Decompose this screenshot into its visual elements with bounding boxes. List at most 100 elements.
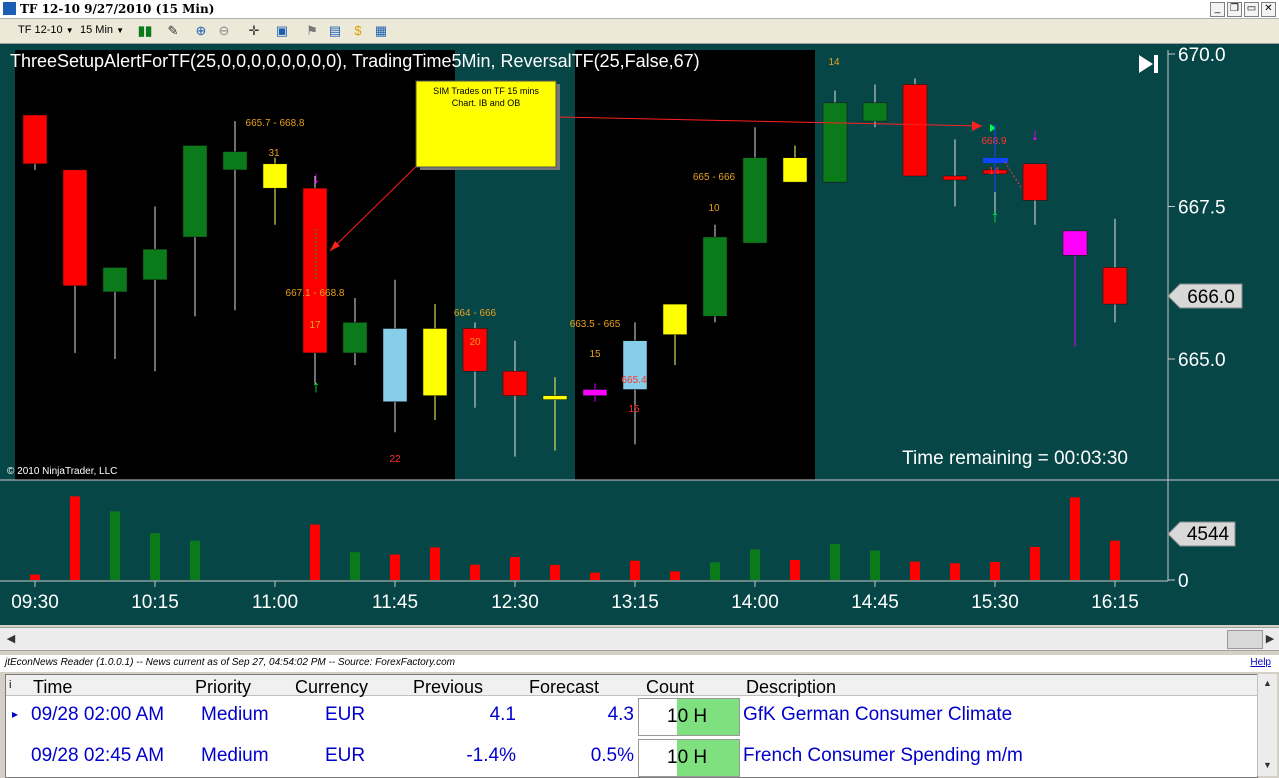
restore-button[interactable]: ❐	[1227, 2, 1242, 17]
candle-body	[462, 328, 488, 372]
candle-body	[222, 151, 248, 171]
volume-bar	[630, 560, 640, 580]
col-count[interactable]: Count	[646, 677, 694, 698]
candle-annotation-label: 663.5 - 665	[570, 319, 621, 330]
volume-bar	[830, 544, 840, 580]
maximize-button[interactable]: ▭	[1244, 2, 1259, 17]
col-forecast[interactable]: Forecast	[529, 677, 599, 698]
header-marker: i	[9, 679, 12, 691]
properties-icon[interactable]: ▣	[273, 22, 291, 40]
scroll-up-icon[interactable]: ▲	[1260, 676, 1275, 691]
interval-select[interactable]: 15 Min ▼	[76, 22, 132, 39]
volume-bar	[470, 564, 480, 580]
candle-body	[382, 328, 408, 402]
row-priority: Medium	[201, 745, 269, 766]
instrument-select[interactable]: TF 12-10 ▼	[14, 22, 76, 39]
candle-body	[542, 395, 568, 400]
vertical-scrollbar[interactable]: ▲ ▼	[1257, 674, 1277, 776]
table-row[interactable]: 09/28 02:45 AM Medium EUR -1.4% 0.5% 10 …	[6, 737, 1257, 777]
volume-bar	[670, 571, 680, 580]
time-tick-label: 11:00	[252, 592, 298, 613]
candle-body	[142, 248, 168, 280]
time-tick-label: 13:15	[611, 592, 659, 613]
candle-body	[342, 322, 368, 354]
candle-body	[862, 102, 888, 122]
scroll-down-icon[interactable]: ▼	[1260, 758, 1275, 773]
col-time[interactable]: Time	[33, 677, 72, 698]
volume-bars	[30, 496, 1120, 580]
price-chart[interactable]: 665.0 667.5 670.0 0 09:30 10:15 11:00 11:45 12:3…	[0, 44, 1279, 625]
volume-bar	[350, 552, 360, 580]
last-volume-label: 4544	[1187, 524, 1230, 545]
row-forecast: 4.3	[607, 704, 634, 725]
volume-bar	[70, 496, 80, 580]
candle-body	[942, 175, 968, 181]
candle-body	[782, 157, 808, 183]
row-count: 10 H	[667, 747, 708, 768]
volume-bar	[30, 574, 40, 580]
table-row[interactable]: ▸ 09/28 02:00 AM Medium EUR 4.1 4.3 10 H…	[6, 696, 1257, 736]
zoom-out-icon[interactable]: ⊖	[215, 22, 233, 40]
row-description: French Consumer Spending m/m	[743, 745, 1023, 766]
candle-annotation-label: 20	[469, 337, 481, 348]
interval-value: 15 Min	[80, 24, 114, 36]
candle-annotation-label: 14	[828, 57, 840, 68]
scroll-left-icon[interactable]: ◀	[2, 630, 20, 648]
skip-to-end-button[interactable]	[1139, 55, 1158, 73]
volume-bar	[510, 557, 520, 580]
horizontal-scrollbar[interactable]: ◀ ▶	[0, 627, 1279, 651]
volume-tick-label: 0	[1178, 571, 1189, 592]
dollar-icon[interactable]: $	[349, 22, 367, 40]
bar-type-icon[interactable]: ▮▮	[136, 22, 154, 40]
time-remaining-label: Time remaining = 00:03:30	[902, 448, 1128, 469]
time-tick-label: 14:00	[731, 592, 779, 613]
candle-body	[422, 328, 448, 396]
price-tick-label: 670.0	[1178, 45, 1226, 66]
volume-bar	[790, 560, 800, 580]
col-description[interactable]: Description	[746, 677, 836, 698]
close-button[interactable]: ✕	[1261, 2, 1276, 17]
volume-bar	[190, 540, 200, 580]
row-currency: EUR	[325, 704, 366, 725]
candle-body	[1062, 230, 1088, 256]
chart-style-icon[interactable]: ▤	[326, 22, 344, 40]
col-priority[interactable]: Priority	[195, 677, 251, 698]
volume-bar	[150, 533, 160, 580]
draw-pencil-icon[interactable]: ✎	[164, 22, 182, 40]
candle-annotation-label: 668.9	[981, 136, 1006, 147]
volume-bar	[870, 550, 880, 580]
row-currency: EUR	[325, 745, 366, 766]
volume-bar	[1110, 540, 1120, 580]
scroll-thumb[interactable]	[1227, 630, 1263, 649]
minimize-button[interactable]: _	[1210, 2, 1225, 17]
news-reader-label: jtEconNews Reader (1.0.0.1) -- News curr…	[5, 657, 455, 668]
candle-body	[182, 145, 208, 238]
col-previous[interactable]: Previous	[413, 677, 483, 698]
candle-annotation-label: 31	[268, 148, 280, 159]
volume-bar	[590, 572, 600, 580]
end-bar-icon	[1154, 55, 1158, 73]
zoom-in-icon[interactable]: ⊕	[192, 22, 210, 40]
trade-line	[1004, 161, 1023, 190]
candle-body	[582, 389, 608, 396]
candle-body	[742, 157, 768, 244]
candle-annotation-label: 664 - 666	[454, 308, 497, 319]
news-table: i Time Priority Currency Previous Foreca…	[5, 674, 1258, 778]
scroll-right-icon[interactable]: ▶	[1261, 630, 1279, 648]
data-box-icon[interactable]: ▦	[372, 22, 390, 40]
candle-annotation-label: 15	[589, 349, 601, 360]
col-currency[interactable]: Currency	[295, 677, 368, 698]
up-arrow-marker: ↑	[991, 207, 1000, 226]
row-previous: -1.4%	[466, 745, 516, 766]
attach-icon[interactable]: ⚑	[303, 22, 321, 40]
help-link[interactable]: Help	[1250, 657, 1271, 668]
chart-panel[interactable]: 665.0 667.5 670.0 0 09:30 10:15 11:00 11:45 12:3…	[0, 44, 1279, 625]
row-count-box: 10 H	[638, 698, 740, 736]
app-icon	[3, 2, 16, 15]
price-tick-label: 667.5	[1178, 198, 1226, 219]
crosshair-icon[interactable]: ✛	[245, 22, 263, 40]
candle-annotation-label: 14	[988, 166, 1000, 177]
row-description: GfK German Consumer Climate	[743, 704, 1013, 725]
volume-bar	[990, 562, 1000, 580]
volume-bar	[910, 561, 920, 580]
